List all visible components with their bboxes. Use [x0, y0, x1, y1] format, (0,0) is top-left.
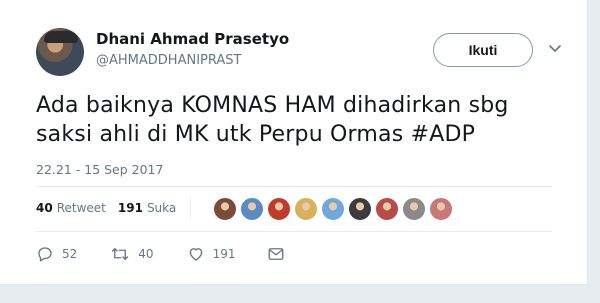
heart-icon [189, 248, 202, 261]
like-button[interactable]: 191 [187, 245, 236, 263]
avatar[interactable] [36, 28, 84, 76]
envelope-icon [269, 248, 284, 260]
liker-avatar[interactable] [240, 197, 264, 221]
tweet-timestamp[interactable]: 22.21 - 15 Sep 2017 [36, 162, 163, 177]
retweet-stat[interactable]: 40 Retweet [36, 201, 106, 215]
retweet-count: 40 [138, 247, 154, 261]
divider [36, 186, 552, 187]
liker-avatar[interactable] [348, 197, 372, 221]
retweet-stat-label: Retweet [56, 201, 106, 215]
chevron-down-icon[interactable] [547, 40, 563, 56]
tweet-text-line: Ada baiknya KOMNAS HAM dihadirkan sbg [36, 93, 509, 118]
like-stat[interactable]: 191 Suka [118, 201, 176, 215]
liker-avatars [213, 197, 453, 221]
stats-separator [190, 196, 191, 220]
user-name[interactable]: Dhani Ahmad Prasetyo [96, 30, 289, 48]
retweet-icon [112, 248, 129, 260]
dm-button[interactable] [267, 245, 285, 263]
divider [36, 231, 552, 232]
follow-button[interactable]: Ikuti [433, 33, 533, 67]
retweet-stat-count: 40 [36, 201, 53, 215]
reply-button[interactable]: 52 [36, 245, 77, 263]
liker-avatar[interactable] [213, 197, 237, 221]
liker-avatar[interactable] [402, 197, 426, 221]
liker-avatar[interactable] [429, 197, 453, 221]
tweet-text-line: saksi ahli di MK utk Perpu Ormas #ADP [36, 122, 476, 147]
user-handle[interactable]: @AHMADDHANIPRAST [96, 53, 241, 68]
like-count: 191 [212, 247, 236, 261]
reply-count: 52 [62, 247, 78, 261]
tweet-card: Dhani Ahmad Prasetyo @AHMADDHANIPRAST Ik… [0, 0, 588, 285]
reply-icon [38, 247, 52, 262]
retweet-button[interactable]: 40 [110, 245, 154, 263]
liker-avatar[interactable] [294, 197, 318, 221]
like-stat-count: 191 [117, 201, 143, 215]
liker-avatar[interactable] [375, 197, 399, 221]
tweet-text: Ada baiknya KOMNAS HAM dihadirkan sbg sa… [36, 91, 556, 149]
like-stat-label: Suka [146, 201, 177, 215]
tweet-actions: 52 40 191 [36, 245, 285, 263]
liker-avatar[interactable] [267, 197, 291, 221]
liker-avatar[interactable] [321, 197, 345, 221]
tweet-stats: 40 Retweet 191 Suka [36, 201, 176, 215]
